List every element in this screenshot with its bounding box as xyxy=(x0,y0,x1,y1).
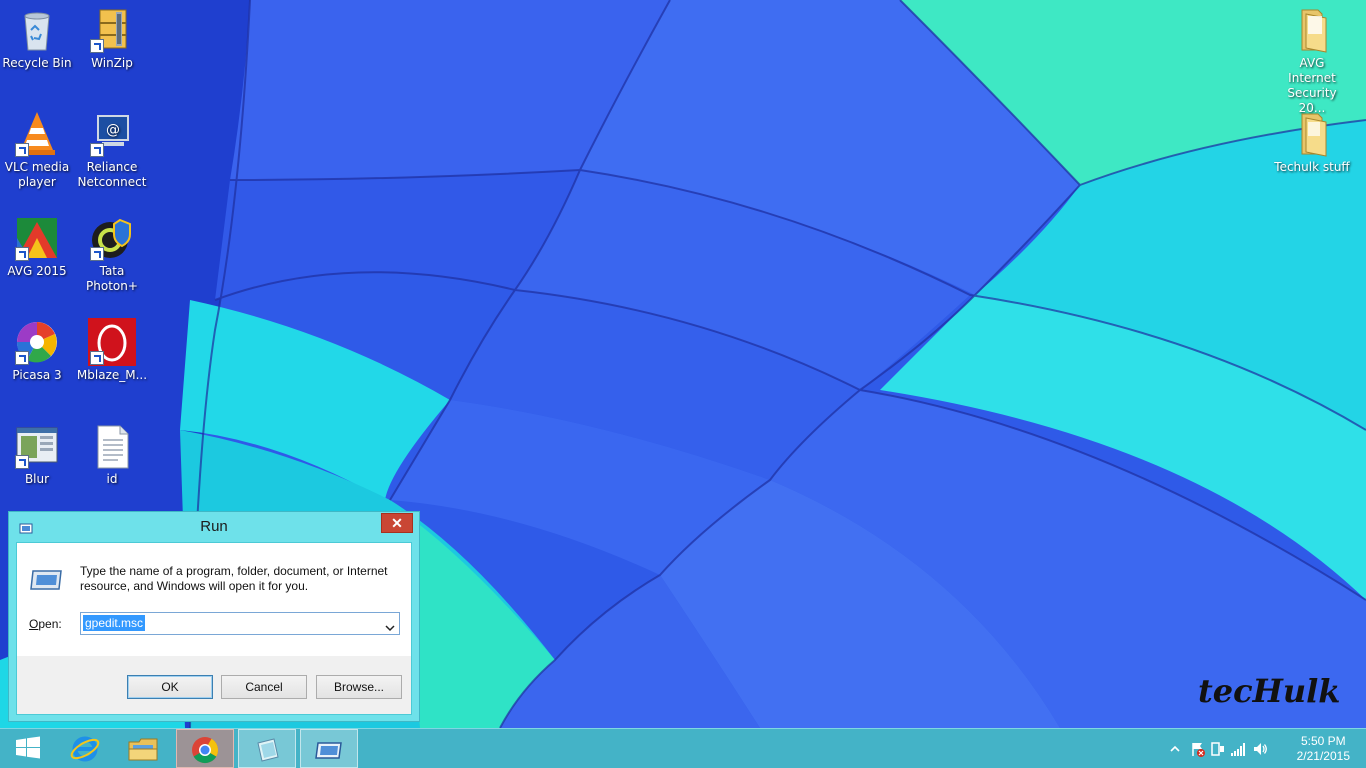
close-button[interactable]: ✕ xyxy=(381,513,413,533)
clock-time: 5:50 PM xyxy=(1300,734,1346,748)
action-center-flag-icon[interactable] xyxy=(1190,741,1206,761)
chevron-down-icon[interactable] xyxy=(384,618,396,632)
taskbar: 5:50 PM 2/21/2015 xyxy=(0,728,1366,768)
icon-label: WinZip xyxy=(91,56,133,70)
run-titlebar[interactable]: Run ✕ xyxy=(9,512,419,542)
taskbar-file-explorer[interactable] xyxy=(114,729,172,768)
icon-label: Recycle Bin xyxy=(2,56,72,70)
open-label: Open: xyxy=(29,617,62,631)
shortcut-arrow-icon xyxy=(15,143,29,157)
shortcut-arrow-icon xyxy=(15,455,29,469)
chrome-icon xyxy=(192,737,219,764)
tata-photon-icon xyxy=(88,214,136,262)
usb-modem-icon[interactable] xyxy=(1210,741,1226,761)
icon-label: AVG Internet Security 20... xyxy=(1287,56,1337,115)
watermark-text: tecHulk xyxy=(1198,672,1340,710)
shortcut-arrow-icon xyxy=(15,247,29,261)
windows-logo-icon xyxy=(16,736,40,759)
run-dialog: Run ✕ Type the name of a program, folder… xyxy=(8,511,420,722)
system-tray: 5:50 PM 2/21/2015 xyxy=(1166,729,1366,768)
run-dialog-content: Type the name of a program, folder, docu… xyxy=(17,543,411,656)
desktop-icon-techulk-stuff-folder[interactable]: Techulk stuff xyxy=(1274,110,1350,175)
internet-explorer-icon xyxy=(70,736,100,762)
taskbar-run[interactable] xyxy=(300,729,358,768)
desktop-icon-id[interactable]: id xyxy=(75,422,149,487)
run-dialog-body: Type the name of a program, folder, docu… xyxy=(16,542,412,715)
taskbar-google-chrome[interactable] xyxy=(176,729,234,768)
text-file-icon xyxy=(88,422,136,470)
run-program-icon xyxy=(29,569,63,595)
desktop-icon-avg-2015[interactable]: AVG 2015 xyxy=(0,214,74,279)
desktop: Recycle Bin WinZip VLC media player @ Re… xyxy=(0,0,1366,768)
network-signal-icon[interactable] xyxy=(1230,741,1246,761)
recycle-bin-icon xyxy=(13,6,61,54)
shortcut-arrow-icon xyxy=(90,39,104,53)
vlc-icon xyxy=(13,110,61,158)
show-hidden-icons-chevron-icon[interactable] xyxy=(1170,741,1180,760)
reliance-netconnect-icon: @ xyxy=(88,110,136,158)
desktop-icon-avg-internet-security-folder[interactable]: AVG Internet Security 20... xyxy=(1274,6,1350,116)
run-description: Type the name of a program, folder, docu… xyxy=(80,564,388,593)
mblaze-icon xyxy=(88,318,136,366)
desktop-icon-reliance-netconnect[interactable]: @ Reliance Netconnect xyxy=(75,110,149,190)
icon-label: Blur xyxy=(24,472,50,486)
file-explorer-icon xyxy=(128,738,158,761)
clock-date: 2/21/2015 xyxy=(1296,749,1350,763)
picasa-icon xyxy=(13,318,61,366)
open-label-text: pen: xyxy=(38,617,62,631)
desktop-icon-winzip[interactable]: WinZip xyxy=(75,6,149,71)
icon-label: Techulk stuff xyxy=(1274,160,1350,174)
icon-label: Reliance Netconnect xyxy=(77,160,147,189)
folder-icon xyxy=(1288,110,1336,158)
desktop-icon-tata-photon[interactable]: Tata Photon+ xyxy=(75,214,149,294)
open-input-value[interactable]: gpedit.msc xyxy=(83,615,146,631)
ok-button[interactable]: OK xyxy=(127,675,213,699)
shortcut-arrow-icon xyxy=(90,143,104,157)
volume-speaker-icon[interactable] xyxy=(1252,741,1268,761)
winzip-icon xyxy=(88,6,136,54)
taskbar-internet-explorer[interactable] xyxy=(56,729,114,768)
desktop-icon-picasa[interactable]: Picasa 3 xyxy=(0,318,74,383)
browse-button[interactable]: Browse... xyxy=(316,675,402,699)
cancel-button[interactable]: Cancel xyxy=(221,675,307,699)
desktop-icon-recycle-bin[interactable]: Recycle Bin xyxy=(0,6,74,71)
folder-icon xyxy=(1288,6,1336,54)
icon-label: Picasa 3 xyxy=(12,368,62,382)
icon-label: Tata Photon+ xyxy=(86,264,138,293)
shortcut-arrow-icon xyxy=(15,351,29,365)
desktop-icon-mblaze[interactable]: Mblaze_M... xyxy=(75,318,149,383)
open-label-accelerator: O xyxy=(29,617,39,631)
start-button[interactable] xyxy=(0,729,58,768)
shortcut-arrow-icon xyxy=(90,351,104,365)
desktop-icon-blur[interactable]: Blur xyxy=(0,422,74,487)
icon-label: AVG 2015 xyxy=(7,264,67,278)
desktop-icon-vlc[interactable]: VLC media player xyxy=(0,110,74,190)
blur-app-icon xyxy=(13,422,61,470)
svg-text:@: @ xyxy=(106,122,120,138)
open-combobox[interactable]: gpedit.msc xyxy=(80,612,400,635)
icon-label: VLC media player xyxy=(4,160,70,189)
shortcut-arrow-icon xyxy=(90,247,104,261)
icon-label: id xyxy=(106,472,118,486)
icon-label: Mblaze_M... xyxy=(76,368,148,382)
run-icon xyxy=(315,742,342,759)
techulk-watermark-logo: tecHulk xyxy=(1198,672,1340,710)
taskbar-clock[interactable]: 5:50 PM 2/21/2015 xyxy=(1297,734,1350,764)
dialog-title: Run xyxy=(200,518,228,535)
notepad-icon xyxy=(257,738,279,762)
avg-icon xyxy=(13,214,61,262)
taskbar-notepad[interactable] xyxy=(238,729,296,768)
